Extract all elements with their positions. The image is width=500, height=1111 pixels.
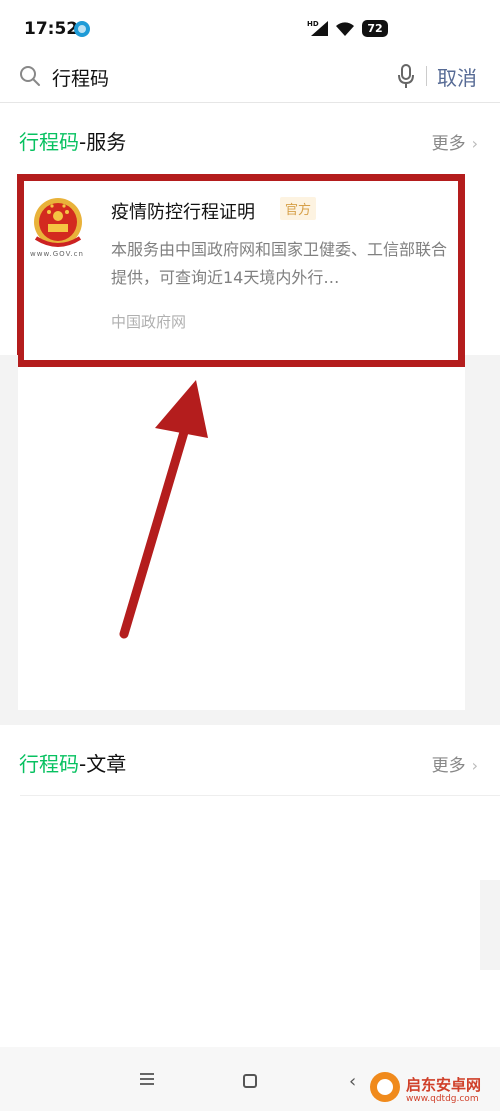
home-icon[interactable] bbox=[243, 1074, 257, 1088]
watermark-name: 启东安卓网 bbox=[406, 1076, 482, 1094]
articles-title-suffix: -文章 bbox=[79, 752, 127, 776]
back-icon[interactable]: ‹ bbox=[349, 1071, 356, 1092]
articles-divider bbox=[20, 795, 500, 796]
chevron-right-icon: › bbox=[471, 756, 478, 775]
articles-title-keyword: 行程码 bbox=[19, 752, 79, 776]
right-edge-shade bbox=[480, 880, 500, 970]
site-watermark: 启东安卓网 www.qdtdg.com bbox=[370, 1064, 500, 1111]
annotation-arrow bbox=[119, 380, 208, 639]
menu-icon[interactable] bbox=[139, 1072, 155, 1086]
articles-more-label: 更多 bbox=[431, 756, 466, 776]
watermark-url: www.qdtdg.com bbox=[406, 1094, 479, 1104]
watermark-logo-icon bbox=[370, 1072, 400, 1102]
articles-more-link[interactable]: 更多 › bbox=[432, 751, 478, 776]
articles-section-title: 行程码-文章 bbox=[19, 748, 126, 777]
